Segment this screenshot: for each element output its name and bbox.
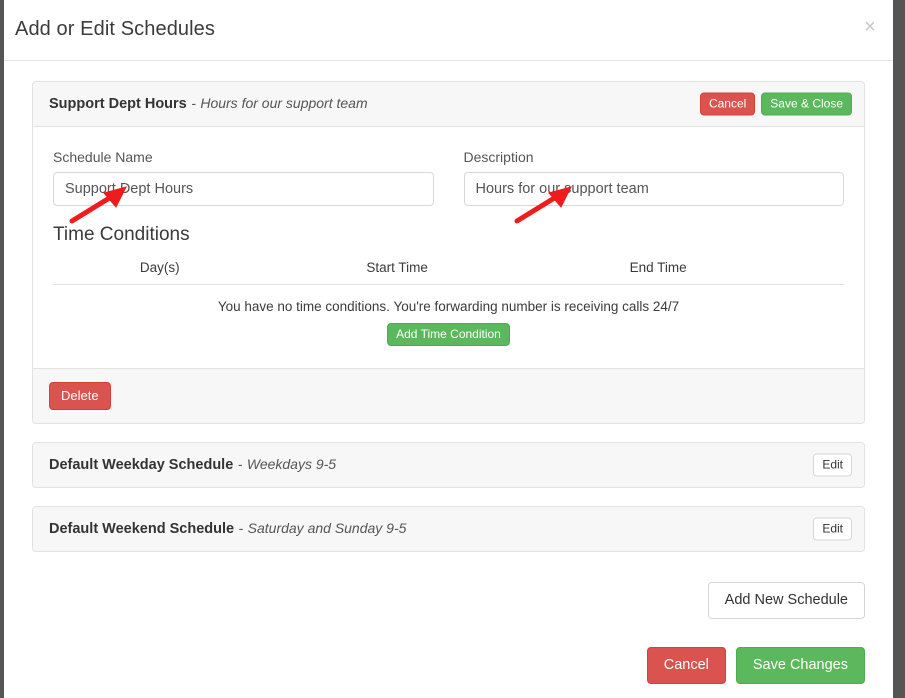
add-new-schedule-button[interactable]: Add New Schedule — [707, 582, 865, 619]
schedule-card-weekday[interactable]: Default Weekday Schedule - Weekdays 9-5 … — [32, 442, 865, 488]
schedule-card-header: Support Dept Hours - Hours for our suppo… — [33, 82, 864, 127]
column-header-start-time: Start Time — [366, 260, 428, 275]
save-changes-button[interactable]: Save Changes — [735, 647, 865, 684]
schedule-description-group: Description — [463, 149, 844, 206]
schedule-card-actions: Cancel Save & Close — [699, 92, 852, 116]
schedule-description: Weekdays 9-5 — [246, 456, 337, 472]
schedule-separator: - — [191, 95, 196, 111]
schedule-card-weekend-actions: Edit — [813, 517, 852, 541]
schedule-name-group: Schedule Name — [53, 149, 434, 206]
cancel-schedule-button[interactable]: Cancel — [699, 92, 756, 116]
schedule-description-label: Description — [463, 149, 534, 165]
schedule-title: Support Dept Hours — [49, 96, 187, 112]
schedule-card-weekday-actions: Edit — [813, 453, 852, 477]
schedule-card-active: Support Dept Hours - Hours for our suppo… — [32, 81, 865, 424]
schedule-card-weekend-header: Default Weekend Schedule - Saturday and … — [33, 507, 864, 551]
modal-header: Add or Edit Schedules × — [4, 0, 893, 61]
schedule-form: Schedule Name Description — [33, 127, 864, 210]
column-header-days: Day(s) — [139, 260, 180, 275]
page-title: Add or Edit Schedules — [15, 18, 216, 40]
time-conditions-heading: Time Conditions — [53, 224, 190, 245]
cancel-button[interactable]: Cancel — [646, 647, 726, 684]
modal-body: Support Dept Hours - Hours for our suppo… — [4, 61, 893, 684]
schedule-card-footer: Delete — [33, 368, 864, 423]
edit-schedule-button[interactable]: Edit — [813, 453, 852, 477]
schedule-card-weekday-header: Default Weekday Schedule - Weekdays 9-5 … — [33, 443, 864, 487]
schedule-name-input[interactable] — [53, 172, 434, 206]
schedule-description: Saturday and Sunday 9-5 — [247, 520, 407, 536]
add-or-edit-schedules-modal: Add or Edit Schedules × Support Dept Hou… — [4, 0, 893, 698]
schedule-title: Default Weekday Schedule — [49, 457, 234, 473]
schedule-separator: - — [237, 456, 243, 472]
schedule-name-label: Schedule Name — [53, 149, 153, 165]
schedule-card-weekend[interactable]: Default Weekend Schedule - Saturday and … — [32, 506, 865, 552]
time-conditions-header-row: Day(s) Start Time End Time — [53, 260, 844, 285]
edit-schedule-button[interactable]: Edit — [813, 517, 852, 541]
add-time-condition-button[interactable]: Add Time Condition — [387, 323, 510, 346]
schedule-description: Hours for our support team — [200, 95, 368, 111]
delete-schedule-button[interactable]: Delete — [49, 382, 111, 410]
add-time-condition-row: Add Time Condition — [53, 314, 844, 346]
schedule-title: Default Weekend Schedule — [49, 521, 235, 537]
schedule-description-input[interactable] — [463, 172, 844, 206]
save-and-close-button[interactable]: Save & Close — [761, 92, 852, 116]
time-conditions-table: Day(s) Start Time End Time You have no t… — [53, 260, 844, 368]
modal-footer: Cancel Save Changes — [32, 619, 865, 684]
column-header-end-time: End Time — [629, 260, 687, 275]
add-new-schedule-row: Add New Schedule — [32, 570, 865, 619]
time-conditions-empty-message: You have no time conditions. You're forw… — [217, 299, 680, 314]
close-icon[interactable]: × — [857, 14, 883, 40]
schedule-separator: - — [238, 520, 244, 536]
